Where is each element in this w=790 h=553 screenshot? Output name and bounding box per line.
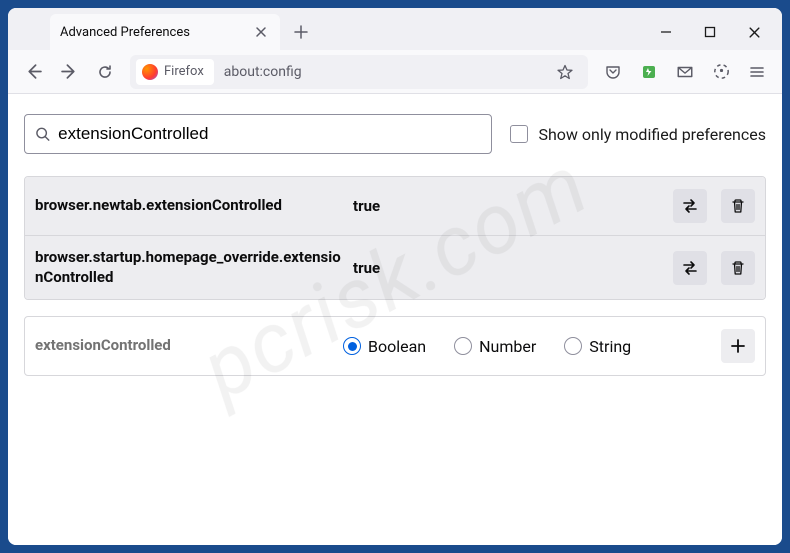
radio-string[interactable]: String — [564, 337, 631, 356]
add-button[interactable] — [721, 329, 755, 363]
close-window-button[interactable] — [746, 24, 762, 40]
extension-icon[interactable] — [632, 55, 666, 89]
titlebar: Advanced Preferences — [8, 8, 782, 50]
pref-list: browser.newtab.extensionControlled true … — [24, 176, 766, 300]
checkbox-label: Show only modified preferences — [538, 125, 766, 144]
new-pref-name: extensionControlled — [35, 336, 335, 356]
toggle-button[interactable] — [673, 189, 707, 223]
forward-button[interactable] — [52, 55, 86, 89]
search-icon — [35, 126, 50, 142]
search-input[interactable] — [58, 124, 481, 144]
close-tab-icon[interactable] — [252, 23, 270, 41]
nav-toolbar: Firefox about:config — [8, 50, 782, 94]
about-config-content: Show only modified preferences browser.n… — [8, 94, 782, 545]
radio-circle — [564, 337, 582, 355]
minimize-button[interactable] — [658, 24, 674, 40]
url-bar[interactable]: Firefox about:config — [130, 55, 588, 89]
radio-label: Number — [479, 337, 536, 356]
browser-window: Advanced Preferences Firefox about:confi… — [8, 8, 782, 545]
maximize-button[interactable] — [702, 24, 718, 40]
radio-label: String — [589, 337, 631, 356]
radio-number[interactable]: Number — [454, 337, 536, 356]
back-button[interactable] — [16, 55, 50, 89]
show-modified-checkbox[interactable]: Show only modified preferences — [510, 125, 766, 144]
radio-label: Boolean — [368, 337, 426, 356]
browser-tab[interactable]: Advanced Preferences — [50, 14, 280, 50]
radio-boolean[interactable]: Boolean — [343, 337, 426, 356]
radio-circle — [343, 337, 361, 355]
reload-button[interactable] — [88, 55, 122, 89]
bookmark-star-icon[interactable] — [548, 55, 582, 89]
new-tab-button[interactable] — [286, 17, 316, 47]
new-pref-list: extensionControlled Boolean Number Strin… — [24, 316, 766, 376]
identity-box[interactable]: Firefox — [136, 59, 214, 85]
checkbox-box — [510, 125, 528, 143]
menu-button[interactable] — [740, 55, 774, 89]
url-text: about:config — [218, 64, 302, 80]
type-radio-group: Boolean Number String — [343, 337, 707, 356]
delete-button[interactable] — [721, 189, 755, 223]
toggle-button[interactable] — [673, 251, 707, 285]
pref-row[interactable]: browser.newtab.extensionControlled true — [25, 177, 765, 235]
pref-name: browser.newtab.extensionControlled — [35, 196, 345, 216]
mail-icon[interactable] — [668, 55, 702, 89]
search-row: Show only modified preferences — [24, 114, 766, 154]
search-box[interactable] — [24, 114, 492, 154]
pref-row[interactable]: browser.startup.homepage_override.extens… — [25, 235, 765, 299]
pref-value: true — [353, 259, 659, 277]
firefox-icon — [142, 64, 158, 80]
pref-name: browser.startup.homepage_override.extens… — [35, 248, 345, 287]
radio-circle — [454, 337, 472, 355]
tab-title: Advanced Preferences — [60, 25, 244, 40]
account-icon[interactable] — [704, 55, 738, 89]
pref-value: true — [353, 197, 659, 215]
new-pref-row: extensionControlled Boolean Number Strin… — [25, 317, 765, 375]
delete-button[interactable] — [721, 251, 755, 285]
identity-label: Firefox — [164, 64, 204, 79]
pocket-icon[interactable] — [596, 55, 630, 89]
window-controls — [658, 24, 774, 50]
